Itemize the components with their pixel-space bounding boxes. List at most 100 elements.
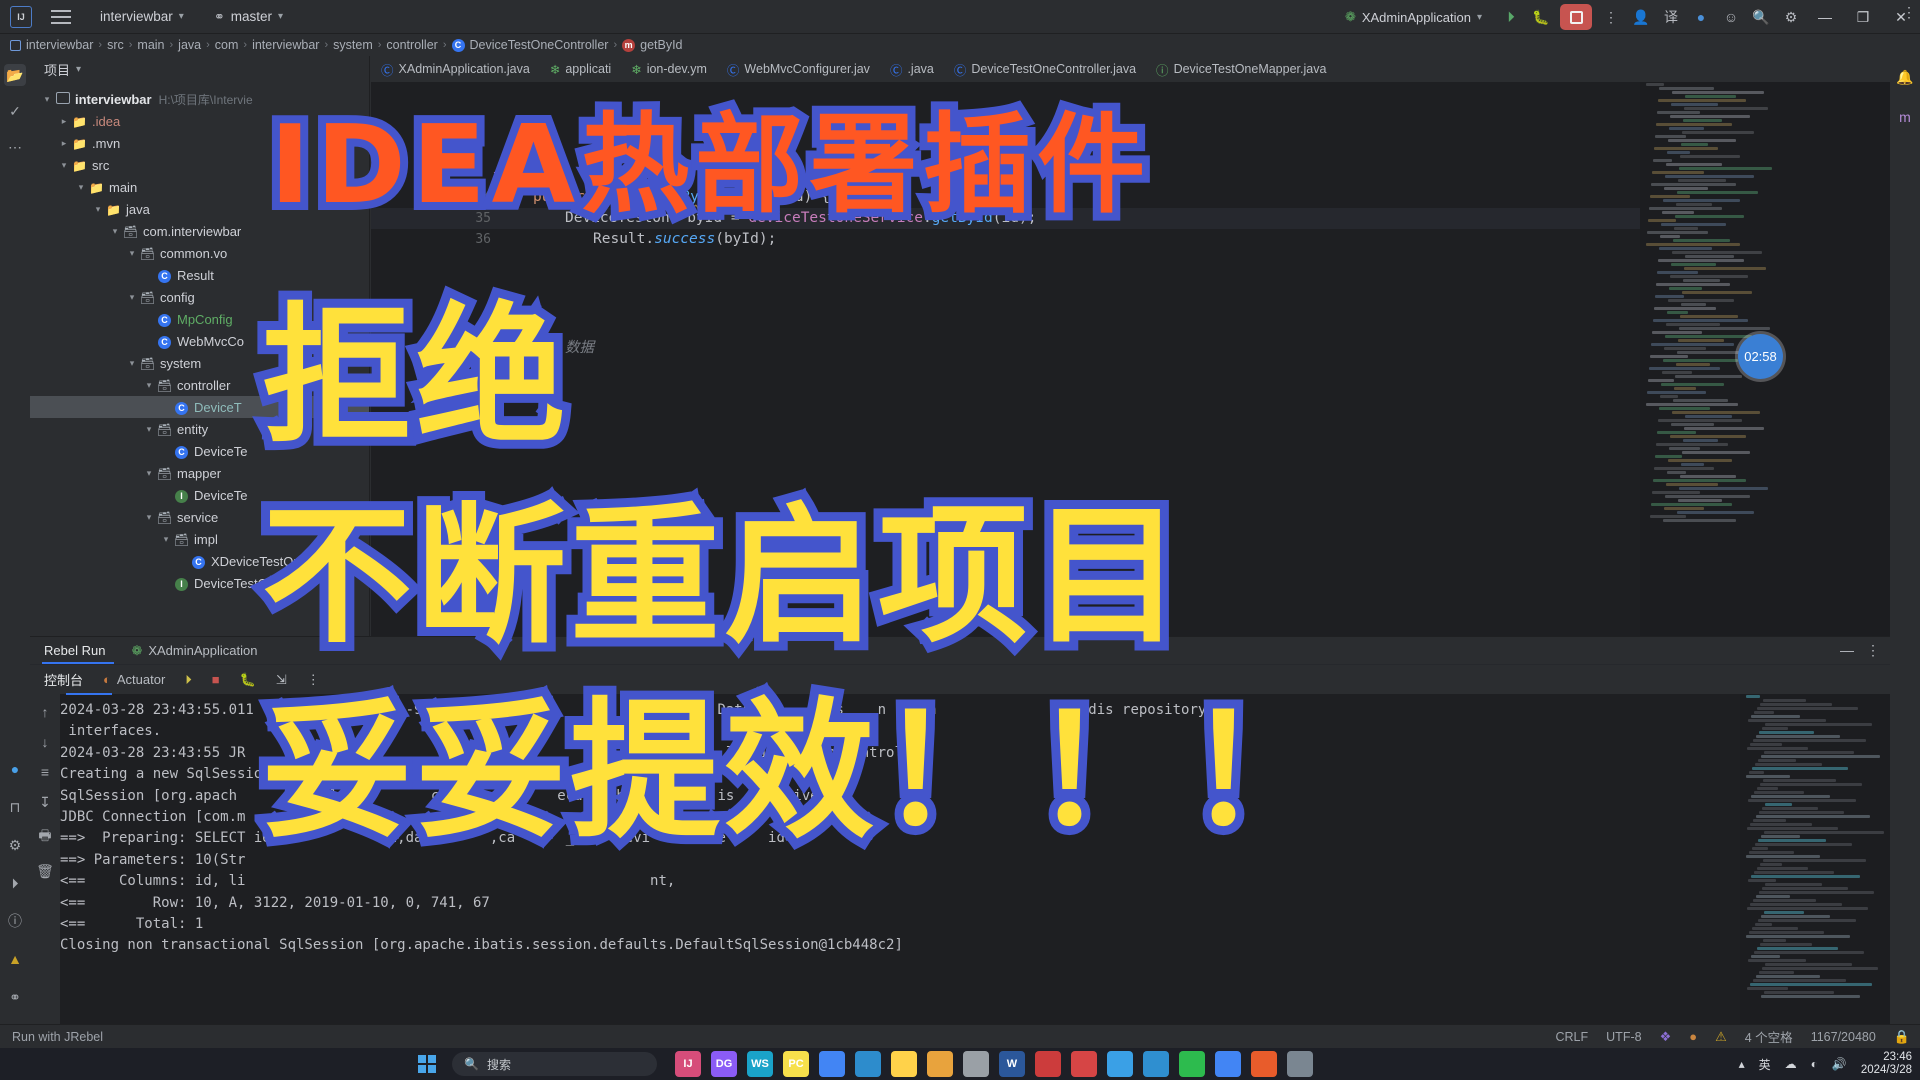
tab-actuator[interactable]: ◐ Actuator <box>103 672 165 687</box>
terminal-app[interactable] <box>963 1051 989 1077</box>
tree-expander-icon[interactable]: ▾ <box>159 534 173 545</box>
editor-tab[interactable]: Ⓒ DeviceTestOneController.java <box>944 56 1146 82</box>
warning-icon[interactable]: ⚠ <box>1715 1029 1727 1045</box>
run-window-minimize-icon[interactable]: — <box>1840 642 1854 658</box>
tree-expander-icon[interactable]: ▾ <box>40 94 54 105</box>
run-button[interactable]: ⏵ <box>1496 4 1526 30</box>
tree-node[interactable]: ▾ 📁 main <box>30 176 369 198</box>
export-console-button[interactable]: ⇲ <box>276 672 287 688</box>
notifications-icon[interactable]: 🔔 <box>1894 66 1916 88</box>
web-endpoint-icon[interactable]: ☀ <box>497 191 511 208</box>
editor-tab[interactable]: Ⓒ XAdminApplication.java <box>371 56 540 82</box>
breadcrumb-item[interactable]: com <box>215 38 239 52</box>
breadcrumb-item[interactable]: controller <box>386 38 437 52</box>
project-tree[interactable]: ▾ interviewbar H:\项目库\Intervie ▸ 📁 .idea ▸ 📁 .mv… <box>30 82 369 594</box>
explorer-app[interactable] <box>891 1051 917 1077</box>
more-tools-icon[interactable]: ⋯ <box>4 136 26 158</box>
taskbar-app-list[interactable]: IJ DG WS PC W <box>675 1051 1313 1077</box>
tree-node[interactable]: C XDeviceTestOn <box>30 550 369 572</box>
tree-expander-icon[interactable]: ▾ <box>142 468 156 479</box>
database-icon[interactable]: ⚙ <box>4 834 26 856</box>
tree-expander-icon[interactable]: ▾ <box>142 424 156 435</box>
main-menu-icon[interactable] <box>46 5 76 29</box>
code-time-badge[interactable]: 02:58 <box>1738 334 1783 379</box>
chrome2-app[interactable] <box>1215 1051 1241 1077</box>
breadcrumb-item[interactable]: src <box>107 38 124 52</box>
tree-node[interactable]: C Result <box>30 264 369 286</box>
terminal-icon[interactable]: ⊓ <box>4 796 26 818</box>
editor-tabs-more-icon[interactable]: ⋮ <box>1902 4 1916 21</box>
tree-node[interactable]: ▾ 🗃 com.interviewbar <box>30 220 369 242</box>
warning-icon[interactable]: ▲ <box>4 948 26 970</box>
project-panel-header[interactable]: 项目 ▾ <box>30 56 369 82</box>
tree-node[interactable]: ▾ 🗃 entity <box>30 418 369 440</box>
indent-label[interactable]: 4 个空格 <box>1745 1027 1793 1046</box>
console-gutter[interactable]: ↑ ↓ ≡ ↧ 🖶 🗑 <box>30 694 60 1048</box>
run-configuration-selector[interactable]: ❁ XAdminApplication ▾ <box>1345 9 1482 25</box>
tree-node[interactable]: ▸ 📁 .idea <box>30 110 369 132</box>
taskbar-search-box[interactable]: 🔍 搜索 <box>452 1052 657 1076</box>
note-app[interactable] <box>1287 1051 1313 1077</box>
breadcrumb-item[interactable]: system <box>333 38 373 52</box>
tree-node[interactable]: C WebMvcCo <box>30 330 369 352</box>
breadcrumb-item[interactable]: interviewbar <box>26 38 93 52</box>
tree-node[interactable]: ▾ 🗃 mapper <box>30 462 369 484</box>
rerun-button[interactable]: ⏵ <box>185 672 192 688</box>
qq-app[interactable] <box>1251 1051 1277 1077</box>
tree-node[interactable]: I DeviceTestOn <box>30 572 369 594</box>
console-output[interactable]: 2024-03-28 23:43:55.011 INFO - [nio-99 D… <box>60 694 1740 1048</box>
tree-node[interactable]: ▾ 🗃 common.vo <box>30 242 369 264</box>
datagrip-app[interactable]: DG <box>711 1051 737 1077</box>
translate-button[interactable]: 译 <box>1656 4 1686 30</box>
tree-node[interactable]: ▾ interviewbar H:\项目库\Intervie <box>30 88 369 110</box>
console-more-button[interactable]: ⋮ <box>307 672 320 688</box>
jrebel-icon[interactable]: ● <box>4 758 26 780</box>
tree-node[interactable]: ▾ 📁 java <box>30 198 369 220</box>
tree-expander-icon[interactable]: ▾ <box>142 512 156 523</box>
settings-button[interactable]: ⚙ <box>1776 4 1806 30</box>
windows-start-button[interactable] <box>410 1051 444 1077</box>
tree-node[interactable]: ▾ 🗃 system <box>30 352 369 374</box>
lock-icon[interactable]: 🔒 <box>1894 1029 1910 1045</box>
wechat-app[interactable] <box>1179 1051 1205 1077</box>
scroll-end-icon[interactable]: ↧ <box>39 794 51 811</box>
tree-node[interactable]: ▾ 🗃 config <box>30 286 369 308</box>
breadcrumb-item[interactable]: interviewbar <box>252 38 319 52</box>
chevron-up-icon[interactable]: ▴ <box>1739 1057 1745 1071</box>
run-more-button[interactable]: ⋮ <box>1596 4 1626 30</box>
line-separator-label[interactable]: CRLF <box>1556 1030 1589 1044</box>
breadcrumb-item[interactable]: DeviceTestOneController <box>470 38 609 52</box>
stop-button[interactable] <box>1560 4 1592 30</box>
maximize-window-button[interactable]: ❐ <box>1844 0 1882 34</box>
tree-expander-icon[interactable]: ▾ <box>57 160 71 171</box>
editor-gutter[interactable] <box>371 82 443 668</box>
network-icon[interactable]: ◐ <box>1811 1057 1818 1071</box>
webstorm-app[interactable]: WS <box>747 1051 773 1077</box>
tree-node[interactable]: ▾ 🗃 controller <box>30 374 369 396</box>
tree-expander-icon[interactable]: ▸ <box>57 138 71 149</box>
add-user-button[interactable]: 👤 <box>1626 4 1656 30</box>
debug-console-button[interactable]: 🐛 <box>240 672 256 688</box>
memory-indicator[interactable]: 1167/20480 <box>1811 1030 1876 1044</box>
project-selector[interactable]: interviewbar ▾ <box>100 9 184 24</box>
run-window-more-icon[interactable]: ⋮ <box>1866 642 1880 659</box>
cloud-icon[interactable]: ☁ <box>1785 1057 1797 1071</box>
volume-icon[interactable]: 🔊 <box>1832 1057 1847 1071</box>
edge-app[interactable] <box>1143 1051 1169 1077</box>
editor-code-area[interactable]: tMappi 34 ☀ public Result getById(String… <box>443 82 1640 668</box>
breadcrumb-item[interactable]: getById <box>640 38 682 52</box>
console-minimap[interactable] <box>1740 694 1890 1048</box>
editor-tab[interactable]: Ⓒ .java <box>880 56 944 82</box>
tab-rebel-run[interactable]: Rebel Run <box>44 637 105 664</box>
editor-tab[interactable]: ❄ ion-dev.ym <box>621 56 717 82</box>
editor-tab-bar[interactable]: Ⓒ XAdminApplication.java ❄ applicati ❄ ion-de… <box>371 56 1890 82</box>
version-control-icon[interactable]: ⚭ <box>4 986 26 1008</box>
stop-console-button[interactable]: ■ <box>212 672 220 687</box>
updates-button[interactable]: ● <box>1686 4 1716 30</box>
soft-wrap-icon[interactable]: ≡ <box>41 764 49 780</box>
taskbar-clock[interactable]: 23:46 2024/3/28 <box>1861 1051 1912 1077</box>
editor-minimap[interactable]: 02:58 <box>1640 82 1890 668</box>
tree-expander-icon[interactable]: ▾ <box>74 182 88 193</box>
editor-tab[interactable]: Ⓒ WebMvcConfigurer.jav <box>717 56 880 82</box>
print-icon[interactable]: 🖶 <box>38 825 51 849</box>
